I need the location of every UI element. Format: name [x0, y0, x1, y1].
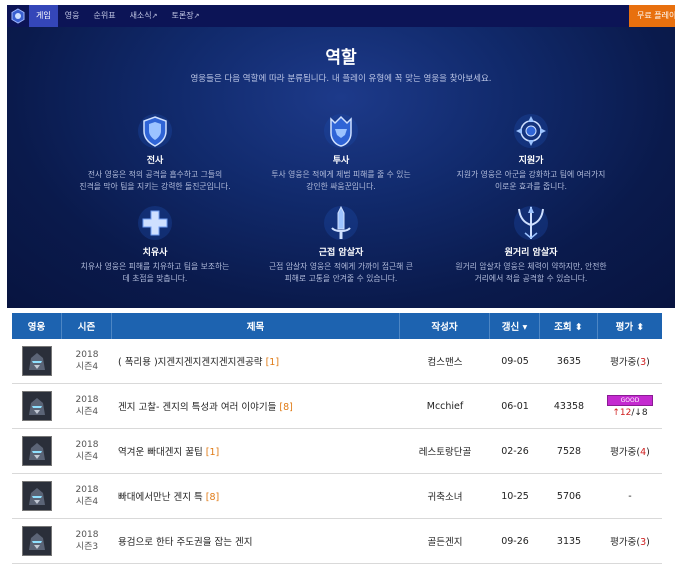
- role-name: 원거리 암살자: [504, 248, 558, 258]
- hero-avatar: [22, 346, 52, 376]
- table-header: 영웅 시즌 제목 작성자 갱신 ▾ 조회 ⬍ 평가 ⬍: [12, 313, 662, 339]
- comment-count: [1]: [205, 447, 220, 458]
- author[interactable]: 레스토랑단골: [400, 444, 490, 458]
- author[interactable]: Mcchief: [400, 401, 490, 412]
- sword-icon: [324, 205, 358, 240]
- roles-section: 역할 영웅들은 다음 역할에 따라 분류됩니다. 내 플레이 유형에 꼭 맞는 …: [7, 27, 675, 308]
- table-row[interactable]: 2018 시즌4 빠대에서만난 겐지 특 [8] 귀축소녀 10-25 5706 …: [12, 474, 662, 519]
- sort-by-views[interactable]: 조회 ⬍: [540, 313, 598, 339]
- updated-date: 06-01: [501, 400, 529, 412]
- upvote-icon: ↑: [612, 408, 620, 418]
- season: 2018 시즌4: [75, 395, 99, 417]
- free-play-button[interactable]: 무료 플레이: [629, 5, 675, 27]
- guide-table: 영웅 시즌 제목 작성자 갱신 ▾ 조회 ⬍ 평가 ⬍ 2018 시즌4 ( 폭리…: [12, 313, 662, 564]
- comment-count: [8]: [279, 402, 293, 413]
- nav-tab-leaderboard[interactable]: 순위표: [86, 5, 122, 27]
- page-subtitle: 영웅들은 다음 역할에 따라 분류됩니다. 내 플레이 유형에 꼭 맞는 영웅을…: [190, 74, 492, 84]
- trident-icon: [514, 206, 548, 240]
- rating: -: [628, 490, 632, 502]
- author[interactable]: 골든겐지: [400, 534, 490, 548]
- updated-date: 09-26: [501, 535, 529, 547]
- role-name: 지원가: [518, 156, 544, 166]
- col-season: 시즌: [62, 313, 112, 339]
- role-description: 투사 영웅은 적에게 제법 피해를 줄 수 있는 강인한 싸움꾼입니다.: [271, 170, 411, 191]
- view-count: 43358: [553, 400, 585, 412]
- rating: GOOD ↑12/↓8: [598, 394, 662, 418]
- season: 2018 시즌4: [75, 485, 99, 507]
- top-nav: 게임 영웅 순위표 새소식↗ 토론장↗ 무료 플레이: [7, 5, 675, 27]
- hero-avatar: [22, 391, 52, 421]
- post-title[interactable]: 역겨운 빠대겐지 꿀팁 [1]: [112, 444, 400, 458]
- nav-tab-game[interactable]: 게임: [29, 5, 58, 27]
- external-link-icon: ↗: [151, 12, 158, 20]
- updated-date: 09-05: [501, 355, 529, 367]
- updated-date: 10-25: [501, 490, 529, 502]
- good-badge: GOOD: [607, 395, 653, 406]
- view-count: 3635: [556, 355, 582, 367]
- role-description: 치유사 영웅은 피해를 치유하고 팀을 보조하는 데 초점을 맞춥니다.: [80, 262, 230, 283]
- post-title[interactable]: ( 폭리용 )지겐지겐지겐지겐지겐공략 [1]: [112, 354, 400, 368]
- season: 2018 시즌3: [75, 530, 99, 552]
- role-description: 근접 암살자 영웅은 적에게 가까이 접근해 큰 피해로 고통을 안겨줄 수 있습…: [269, 262, 413, 283]
- sort-by-date[interactable]: 갱신 ▾: [490, 313, 540, 339]
- role-healer[interactable]: 치유사 치유사 영웅은 피해를 치유하고 팀을 보조하는 데 초점을 맞춥니다.: [55, 205, 255, 285]
- role-description: 지원가 영웅은 아군을 강화하고 팀에 여러가지 이로운 효과를 줍니다.: [456, 170, 606, 191]
- hero-avatar: [22, 481, 52, 511]
- table-row[interactable]: 2018 시즌3 용검으로 한타 주도권을 잡는 겐지 골든겐지 09-26 31…: [12, 519, 662, 564]
- external-link-icon: ↗: [193, 12, 200, 20]
- rating: 평가중(3): [610, 537, 650, 548]
- role-name: 전사: [146, 156, 164, 166]
- season: 2018 시즌4: [75, 440, 99, 462]
- author[interactable]: 귀축소녀: [400, 489, 490, 503]
- role-name: 치유사: [142, 248, 168, 258]
- view-count: 5706: [556, 490, 582, 502]
- season: 2018 시즌4: [75, 350, 99, 372]
- role-name: 근접 암살자: [318, 248, 364, 258]
- table-row[interactable]: 2018 시즌4 ( 폭리용 )지겐지겐지겐지겐지겐공략 [1] 컴스맨스 09-…: [12, 339, 662, 384]
- role-bruiser[interactable]: 투사 투사 영웅은 적에게 제법 피해를 줄 수 있는 강인한 싸움꾼입니다.: [241, 113, 441, 193]
- hero-avatar: [22, 526, 52, 556]
- cross-icon: [138, 206, 172, 240]
- logo-icon[interactable]: [7, 5, 29, 27]
- table-row[interactable]: 2018 시즌4 역겨운 빠대겐지 꿀팁 [1] 레스토랑단골 02-26 752…: [12, 429, 662, 474]
- rating: 평가중(4): [610, 447, 650, 458]
- sort-by-rating[interactable]: 평가 ⬍: [598, 313, 662, 339]
- post-title[interactable]: 빠대에서만난 겐지 특 [8]: [112, 489, 400, 503]
- nav-tab-forums[interactable]: 토론장↗: [165, 5, 207, 27]
- post-title[interactable]: 용검으로 한타 주도권을 잡는 겐지: [112, 534, 400, 548]
- role-ranged-assassin[interactable]: 원거리 암살자 원거리 암살자 영웅은 체력이 약하지만, 안전한 거리에서 적을…: [431, 205, 631, 285]
- hero-avatar: [22, 436, 52, 466]
- view-count: 7528: [556, 445, 582, 457]
- col-hero: 영웅: [12, 313, 62, 339]
- nav-tab-news[interactable]: 새소식↗: [123, 5, 165, 27]
- role-melee-assassin[interactable]: 근접 암살자 근접 암살자 영웅은 적에게 가까이 접근해 큰 피해로 고통을 안…: [241, 205, 441, 285]
- compass-icon: [514, 114, 548, 148]
- downvote-icon: ↓: [634, 408, 642, 418]
- shield-icon: [138, 114, 172, 148]
- updated-date: 02-26: [501, 445, 529, 457]
- post-title[interactable]: 겐지 고찰- 겐지의 특성과 여러 이야기들 [8]: [112, 399, 400, 413]
- comment-count: [1]: [265, 357, 280, 368]
- role-name: 투사: [332, 156, 350, 166]
- rating: 평가중(3): [610, 357, 650, 368]
- page-title: 역할: [325, 48, 357, 68]
- col-author: 작성자: [400, 313, 490, 339]
- comment-count: [8]: [205, 492, 220, 503]
- view-count: 3135: [556, 535, 582, 547]
- author[interactable]: 컴스맨스: [400, 354, 490, 368]
- role-support[interactable]: 지원가 지원가 영웅은 아군을 강화하고 팀에 여러가지 이로운 효과를 줍니다.: [431, 113, 631, 193]
- nav-tab-heroes[interactable]: 영웅: [58, 5, 87, 27]
- role-warrior[interactable]: 전사 전사 영웅은 적의 공격을 흡수하고 그들의 진격을 막아 팀을 지키는 강…: [55, 113, 255, 193]
- helmet-icon: [324, 114, 358, 148]
- role-description: 원거리 암살자 영웅은 체력이 약하지만, 안전한 거리에서 적을 공격할 수 있…: [455, 262, 607, 283]
- table-row[interactable]: 2018 시즌4 겐지 고찰- 겐지의 특성과 여러 이야기들 [8] Mcchi…: [12, 384, 662, 429]
- col-title: 제목: [112, 313, 400, 339]
- role-description: 전사 영웅은 적의 공격을 흡수하고 그들의 진격을 막아 팀을 지키는 강력한 …: [79, 170, 231, 191]
